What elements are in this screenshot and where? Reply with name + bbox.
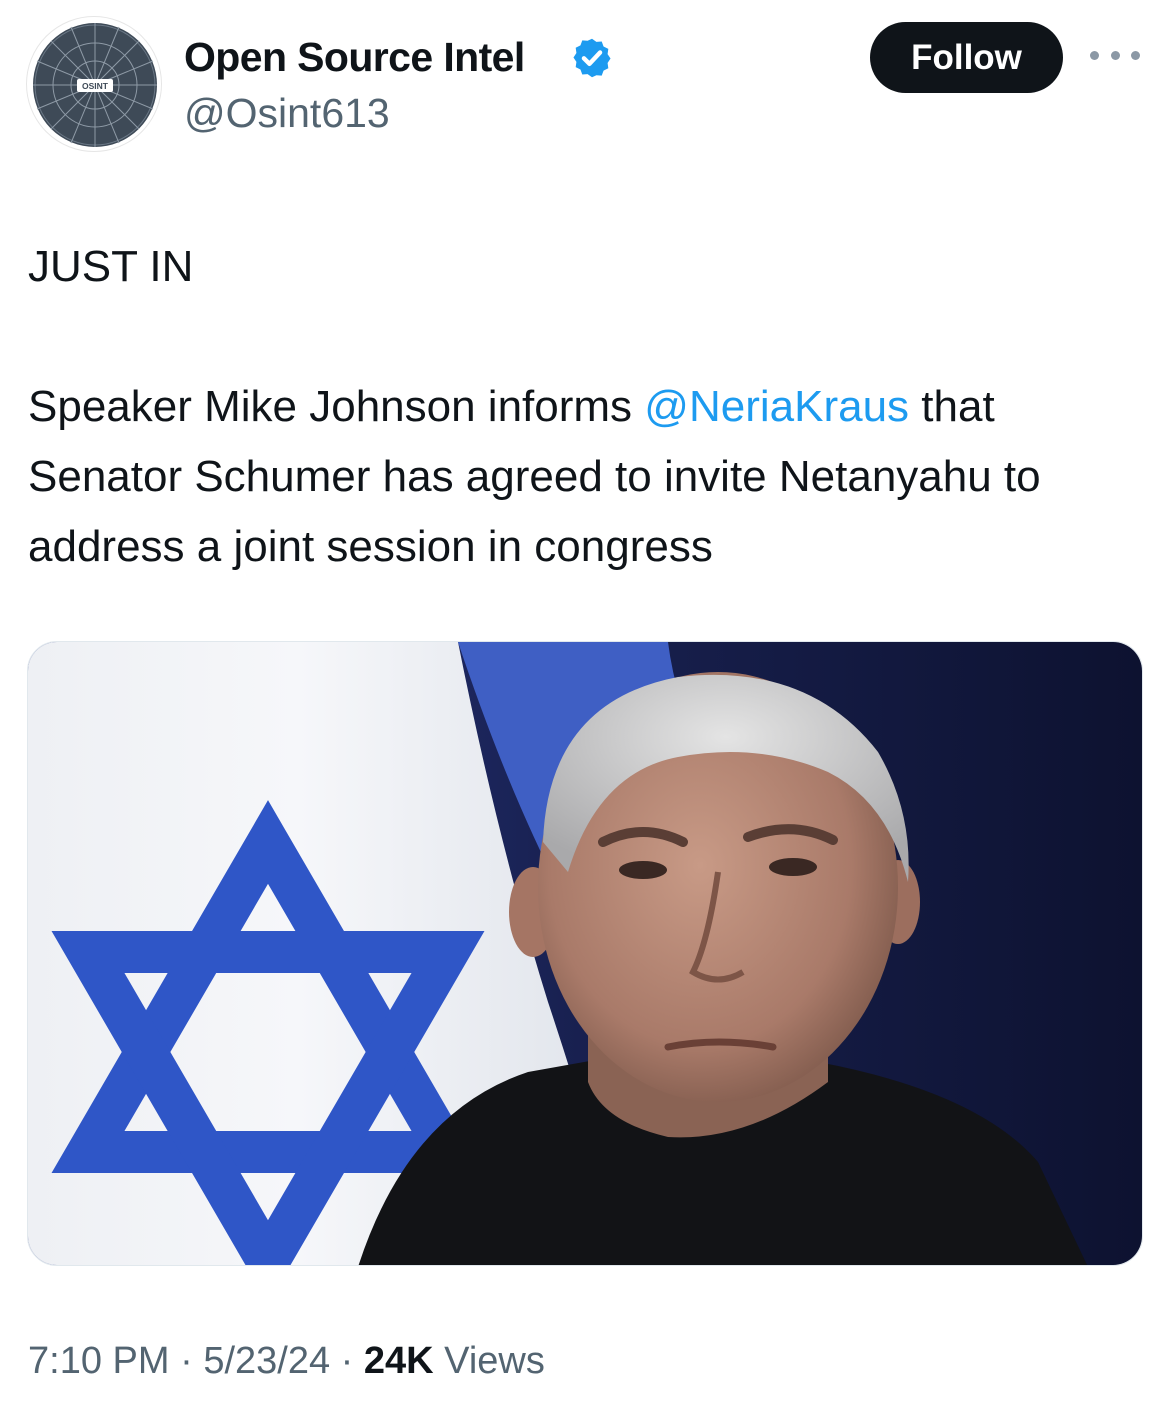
tweet-image[interactable] [27,641,1143,1266]
views-count: 24K [363,1340,434,1382]
osint-wheel-logo-icon: OSINT [33,23,157,147]
avatar-text: OSINT [82,81,109,91]
dot [1090,50,1099,60]
tweet-body-start: Speaker Mike Johnson informs [28,382,645,431]
photo-netanyahu-israeli-flag-icon [28,642,1142,1265]
more-dots-icon[interactable] [1090,40,1140,70]
tweet-meta: 7:10 PM · 5/23/24 · 24K Views [28,1340,545,1383]
meta-separator: · [180,1340,193,1382]
dot [1131,50,1140,60]
verified-badge-icon [573,38,611,78]
views-label: Views [444,1340,545,1382]
tweet-time[interactable]: 7:10 PM [28,1340,170,1382]
display-name[interactable]: Open Source Intel [184,34,525,81]
dot [1110,50,1120,60]
mention-link[interactable]: @NeriaKraus [644,382,909,431]
follow-button[interactable]: Follow [870,22,1063,93]
tweet-body: Speaker Mike Johnson informs @NeriaKraus… [28,372,1148,582]
tweet-headline: JUST IN [28,242,194,291]
avatar[interactable]: OSINT [26,16,162,152]
meta-separator: · [340,1340,354,1382]
tweet-date[interactable]: 5/23/24 [203,1340,330,1382]
handle[interactable]: @Osint613 [184,90,390,137]
tweet-text: JUST IN Speaker Mike Johnson informs @Ne… [28,232,1148,582]
